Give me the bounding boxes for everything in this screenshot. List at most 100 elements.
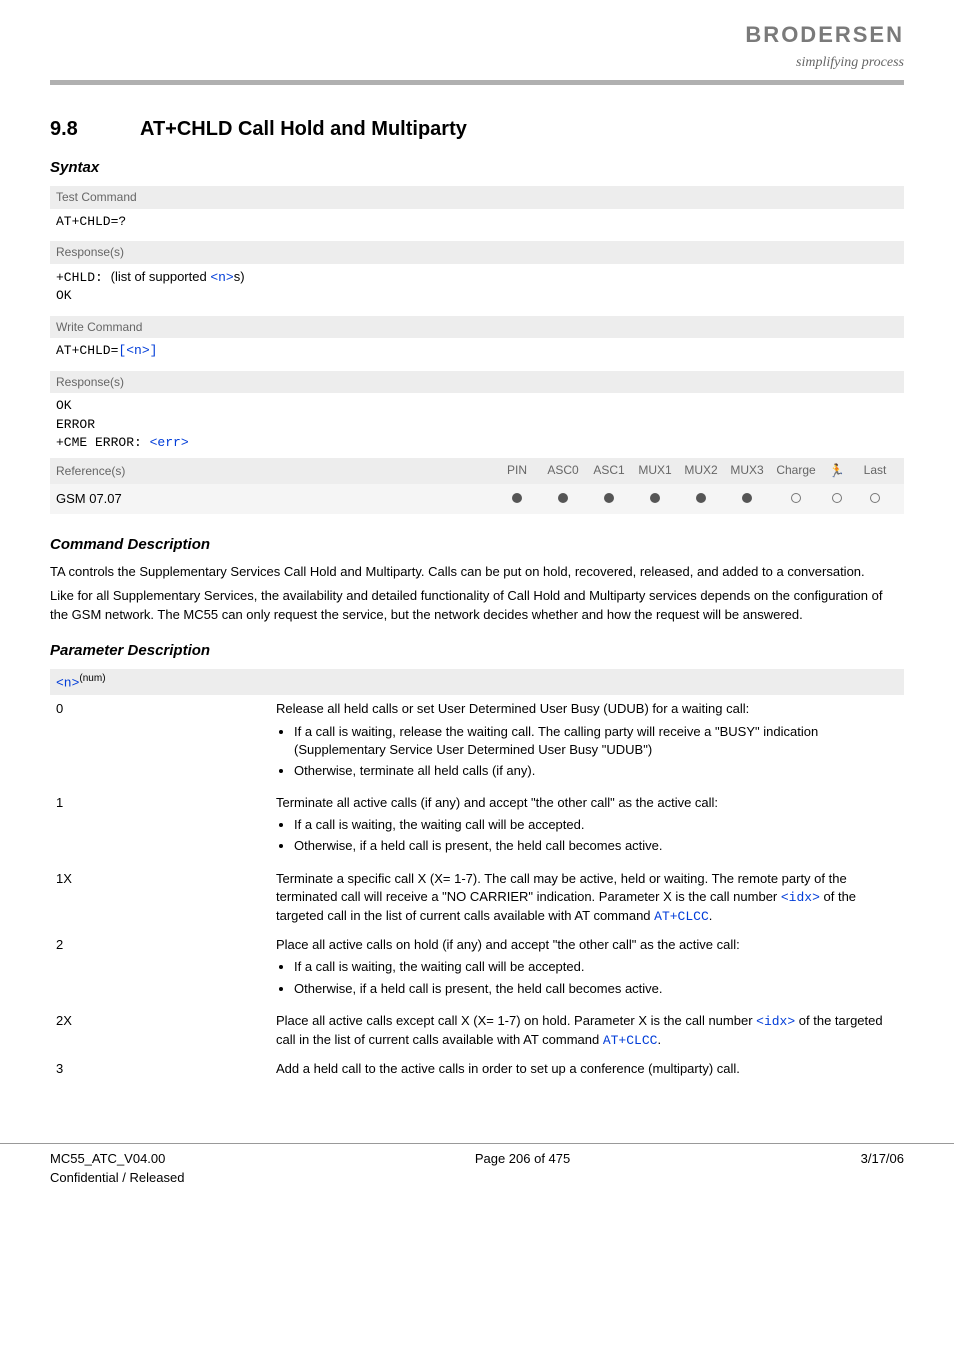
command-desc-p2: Like for all Supplementary Services, the…	[50, 587, 904, 623]
param-bullets: If a call is waiting, the waiting call w…	[294, 816, 898, 855]
param-var-sup: (num)	[79, 673, 105, 684]
resp-suffix: s)	[234, 269, 245, 284]
list-item: Otherwise, if a held call is present, th…	[294, 980, 898, 998]
col-mux2: MUX2	[678, 462, 724, 480]
reference-columns: PIN ASC0 ASC1 MUX1 MUX2 MUX3 Charge 🏃 La…	[494, 462, 898, 480]
table-row: 0 Release all held calls or set User Det…	[50, 695, 904, 789]
param-key-0: 0	[50, 695, 270, 789]
footer-center: Page 206 of 475	[475, 1150, 570, 1186]
param-desc-0: Release all held calls or set User Deter…	[270, 695, 904, 789]
resp-ok: OK	[56, 288, 72, 303]
reference-dots	[494, 490, 898, 508]
footer-confidential: Confidential / Released	[50, 1169, 184, 1187]
param-desc-3: Add a held call to the active calls in o…	[270, 1055, 904, 1083]
test-response: +CHLD: (list of supported <n>s) OK	[50, 264, 904, 311]
param-var: <n>	[56, 675, 79, 690]
param-table: 0 Release all held calls or set User Det…	[50, 695, 904, 1083]
write-var: <n>	[126, 343, 149, 358]
param-bullets: If a call is waiting, the waiting call w…	[294, 958, 898, 997]
write-ok: OK	[56, 398, 72, 413]
dot-asc0	[540, 490, 586, 508]
col-asc0: ASC0	[540, 462, 586, 480]
brand-tagline: simplifying process	[745, 53, 904, 73]
col-last: Last	[852, 462, 898, 480]
empty-dot-icon	[832, 493, 842, 503]
dot-mux3	[724, 490, 770, 508]
param-desc-2: Place all active calls on hold (if any) …	[270, 931, 904, 1007]
param-text: .	[709, 908, 713, 923]
footer-left: MC55_ATC_V04.00 Confidential / Released	[50, 1150, 184, 1186]
command-desc-p1: TA controls the Supplementary Services C…	[50, 563, 904, 581]
filled-dot-icon	[696, 493, 706, 503]
test-command-label: Test Command	[50, 186, 904, 209]
section-heading: AT+CHLD Call Hold and Multiparty	[140, 118, 467, 140]
list-item: If a call is waiting, the waiting call w…	[294, 958, 898, 976]
idx-var: <idx>	[781, 890, 820, 905]
param-text: Terminate all active calls (if any) and …	[276, 795, 718, 810]
param-text: Terminate a specific call X (X= 1-7). Th…	[276, 871, 847, 904]
filled-dot-icon	[742, 493, 752, 503]
dot-mux1	[632, 490, 678, 508]
reference-header-row: Reference(s) PIN ASC0 ASC1 MUX1 MUX2 MUX…	[50, 458, 904, 484]
atclcc-link[interactable]: AT+CLCC	[654, 909, 709, 924]
col-mux1: MUX1	[632, 462, 678, 480]
col-run-icon: 🏃	[822, 462, 852, 480]
page-header: BRODERSEN simplifying process	[0, 0, 954, 80]
write-command: AT+CHLD=[<n>]	[50, 338, 904, 366]
write-command-label: Write Command	[50, 316, 904, 339]
syntax-heading: Syntax	[50, 157, 904, 178]
table-row: 1X Terminate a specific call X (X= 1-7).…	[50, 865, 904, 932]
reference-value-row: GSM 07.07	[50, 484, 904, 514]
resp-prefix: +CHLD:	[56, 270, 111, 285]
header-divider	[50, 80, 904, 85]
filled-dot-icon	[558, 493, 568, 503]
write-cme-prefix: +CME ERROR:	[56, 435, 150, 450]
col-charge: Charge	[770, 462, 822, 480]
param-key-2: 2	[50, 931, 270, 1007]
col-mux3: MUX3	[724, 462, 770, 480]
gsm-label: GSM 07.07	[56, 490, 494, 508]
param-desc-heading: Parameter Description	[50, 640, 904, 661]
write-error: ERROR	[56, 417, 95, 432]
param-desc-1x: Terminate a specific call X (X= 1-7). Th…	[270, 865, 904, 932]
param-key-1: 1	[50, 789, 270, 865]
table-row: 2X Place all active calls except call X …	[50, 1007, 904, 1055]
list-item: If a call is waiting, release the waitin…	[294, 723, 898, 759]
test-command: AT+CHLD=?	[50, 209, 904, 237]
table-row: 2 Place all active calls on hold (if any…	[50, 931, 904, 1007]
brand-name: BRODERSEN	[745, 20, 904, 51]
footer-doc-id: MC55_ATC_V04.00	[50, 1150, 184, 1168]
page-content: 9.8AT+CHLD Call Hold and Multiparty Synt…	[0, 115, 954, 1083]
param-var-header: <n>(num)	[50, 669, 904, 696]
reference-label: Reference(s)	[56, 463, 494, 480]
list-item: Otherwise, terminate all held calls (if …	[294, 762, 898, 780]
footer-right: 3/17/06	[861, 1150, 904, 1186]
param-bullets: If a call is waiting, release the waitin…	[294, 723, 898, 781]
filled-dot-icon	[650, 493, 660, 503]
response-label-2: Response(s)	[50, 371, 904, 394]
dot-last	[852, 490, 898, 508]
param-desc-2x: Place all active calls except call X (X=…	[270, 1007, 904, 1055]
resp-mid: (list of supported	[111, 269, 211, 284]
filled-dot-icon	[512, 493, 522, 503]
empty-dot-icon	[870, 493, 880, 503]
write-response: OK ERROR +CME ERROR: <err>	[50, 393, 904, 458]
col-pin: PIN	[494, 462, 540, 480]
page-footer: MC55_ATC_V04.00 Confidential / Released …	[0, 1143, 954, 1206]
param-key-2x: 2X	[50, 1007, 270, 1055]
param-text: .	[657, 1032, 661, 1047]
write-cme-var: <err>	[150, 435, 189, 450]
param-key-1x: 1X	[50, 865, 270, 932]
col-asc1: ASC1	[586, 462, 632, 480]
section-title: 9.8AT+CHLD Call Hold and Multiparty	[50, 115, 904, 143]
runner-icon: 🏃	[829, 462, 845, 480]
dot-mux2	[678, 490, 724, 508]
param-key-3: 3	[50, 1055, 270, 1083]
dot-charge	[770, 490, 822, 508]
atclcc-link[interactable]: AT+CLCC	[603, 1033, 658, 1048]
response-label-1: Response(s)	[50, 241, 904, 264]
write-prefix: AT+CHLD=	[56, 343, 118, 358]
dot-pin	[494, 490, 540, 508]
write-bracket-close: ]	[150, 343, 158, 358]
list-item: Otherwise, if a held call is present, th…	[294, 837, 898, 855]
